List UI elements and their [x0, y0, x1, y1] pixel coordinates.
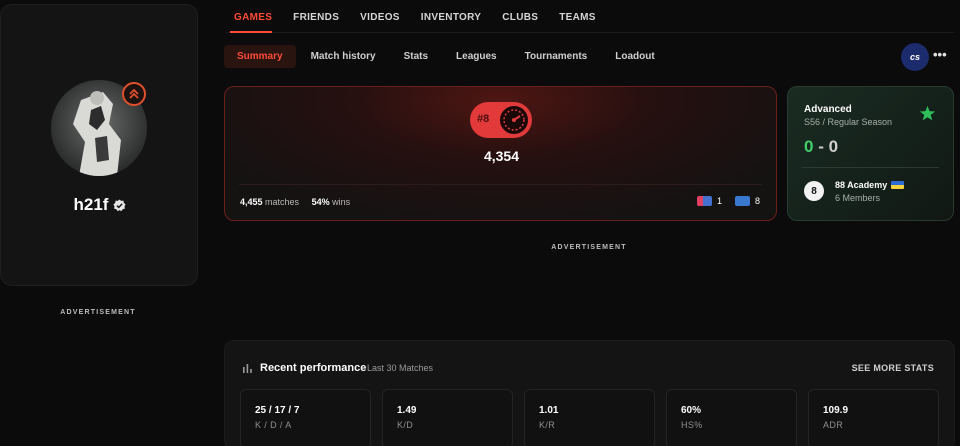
username: h21f	[1, 195, 199, 215]
country-flag-icon	[696, 196, 712, 206]
tab-videos[interactable]: VIDEOS	[360, 12, 400, 23]
stat-value: 25 / 17 / 7	[255, 405, 300, 416]
club-flag-icon	[891, 181, 905, 189]
rank-position: #8	[477, 113, 490, 125]
subtab-match-history[interactable]: Match history	[298, 45, 389, 68]
stat-card-kd: 1.49 K/D	[382, 389, 513, 446]
subtab-summary[interactable]: Summary	[224, 45, 296, 68]
star-icon	[919, 105, 936, 121]
tab-friends[interactable]: FRIENDS	[293, 12, 339, 23]
tab-teams[interactable]: TEAMS	[559, 12, 596, 23]
stat-label: ADR	[823, 420, 844, 430]
elo-card: #8 4,354 4,455 matches 54% wins 1 8	[224, 86, 777, 221]
stat-card-adr: 109.9 ADR	[808, 389, 939, 446]
rank-badge-icon	[122, 82, 146, 106]
league-title: Advanced	[804, 104, 852, 115]
league-season: S56 / Regular Season	[804, 117, 893, 127]
region-ranks: 1 8	[696, 196, 760, 206]
league-divider	[802, 167, 939, 168]
subtab-tournaments[interactable]: Tournaments	[512, 45, 601, 68]
top-nav: GAMES FRIENDS VIDEOS INVENTORY CLUBS TEA…	[234, 12, 596, 23]
tab-games[interactable]: GAMES	[234, 12, 272, 23]
stat-label: K/D	[397, 420, 414, 430]
subtab-leagues[interactable]: Leagues	[443, 45, 510, 68]
username-text: h21f	[73, 195, 109, 214]
league-score: 0 - 0	[804, 137, 838, 157]
profile-card: h21f	[0, 4, 198, 286]
stat-card-hs: 60% HS%	[666, 389, 797, 446]
tab-clubs[interactable]: CLUBS	[502, 12, 538, 23]
advertisement-label-center: ADVERTISEMENT	[551, 244, 627, 251]
subtab-loadout[interactable]: Loadout	[602, 45, 667, 68]
see-more-stats-link[interactable]: SEE MORE STATS	[852, 363, 934, 373]
stat-value: 1.49	[397, 405, 417, 416]
region-flag-icon	[734, 196, 750, 206]
stat-value: 1.01	[539, 405, 559, 416]
card-divider	[239, 184, 762, 185]
stat-card-kr: 1.01 K/R	[524, 389, 655, 446]
league-wins: 0	[804, 137, 814, 156]
club-name: 88 Academy	[835, 180, 888, 190]
league-losses: 0	[828, 137, 839, 156]
matches-label: matches	[265, 197, 300, 207]
sub-nav: Summary Match history Stats Leagues Tour…	[224, 45, 670, 68]
top-nav-divider	[226, 32, 954, 33]
advertisement-label-left: ADVERTISEMENT	[60, 309, 136, 316]
performance-subtitle: Last 30 Matches	[367, 363, 434, 373]
bar-chart-icon	[243, 364, 252, 373]
elo-value: 4,354	[483, 148, 520, 164]
wins-label: wins	[332, 197, 351, 207]
country-rank: 1	[716, 196, 722, 206]
stat-label: HS%	[681, 420, 703, 430]
stat-card-kda: 25 / 17 / 7 K / D / A	[240, 389, 371, 446]
skill-gauge-icon	[498, 104, 530, 136]
game-selector-icon[interactable]: cs	[901, 43, 929, 71]
recent-performance-panel: Recent performance Last 30 Matches SEE M…	[224, 340, 955, 446]
more-options-button[interactable]: •••	[933, 47, 947, 62]
match-summary: 4,455 matches 54% wins	[240, 197, 350, 207]
skill-level-badge: #8	[470, 102, 532, 138]
club-logo: 8	[804, 181, 824, 201]
score-separator: -	[818, 137, 824, 156]
stat-value: 109.9	[823, 405, 849, 416]
region-rank: 8	[754, 196, 760, 206]
game-logo-text: cs	[909, 52, 920, 62]
stat-label: K / D / A	[255, 420, 292, 430]
subtab-stats[interactable]: Stats	[391, 45, 441, 68]
win-rate: 54%	[311, 197, 330, 207]
performance-title: Recent performance	[260, 362, 367, 374]
active-tab-indicator	[230, 31, 272, 33]
matches-count: 4,455	[240, 197, 263, 207]
tab-inventory[interactable]: INVENTORY	[421, 12, 482, 23]
verified-icon	[113, 198, 127, 211]
stat-label: K/R	[539, 420, 556, 430]
club-name-row[interactable]: 88 Academy	[835, 180, 905, 190]
stat-value: 60%	[681, 405, 702, 416]
club-members: 6 Members	[835, 193, 881, 203]
league-card[interactable]: Advanced S56 / Regular Season 0 - 0 8 88…	[787, 86, 954, 221]
